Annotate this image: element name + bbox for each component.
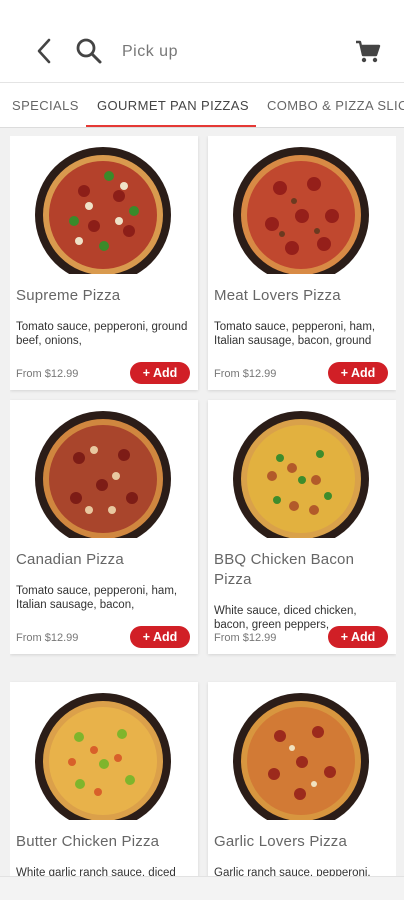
pizza-image [232, 692, 370, 820]
search-button[interactable] [74, 36, 104, 66]
product-name: BBQ Chicken Bacon Pizza [214, 551, 355, 588]
product-price: From $12.99 [16, 632, 79, 644]
product-card-garlic-lovers-pizza[interactable]: Garlic Lovers Pizza Garlic ranch sauce, … [208, 682, 396, 876]
search-icon [76, 38, 102, 64]
product-name: Butter Chicken Pizza [16, 833, 160, 850]
product-name: Canadian Pizza [16, 551, 124, 568]
pizza-image [34, 692, 172, 820]
product-description: Tomato sauce, pepperoni, ham, Italian sa… [16, 585, 178, 611]
cart-button[interactable] [354, 38, 382, 66]
tab-combo-pizza-slices[interactable]: COMBO & PIZZA SLICES [267, 83, 404, 127]
add-button[interactable]: + Add [328, 362, 388, 384]
product-description: White garlic ranch sauce, diced [16, 867, 176, 876]
tab-gourmet-pan-pizzas[interactable]: GOURMET PAN PIZZAS [97, 83, 249, 127]
product-card-bbq-chicken-bacon-pizza[interactable]: BBQ Chicken Bacon Pizza White sauce, dic… [208, 400, 396, 654]
product-description: Garlic ranch sauce, pepperoni, [214, 867, 371, 876]
add-button[interactable]: + Add [130, 362, 190, 384]
back-button[interactable] [32, 36, 58, 66]
cart-icon [356, 40, 381, 63]
pizza-image [232, 146, 370, 274]
product-card-butter-chicken-pizza[interactable]: Butter Chicken Pizza White garlic ranch … [10, 682, 198, 876]
product-name: Meat Lovers Pizza [214, 287, 341, 304]
product-card-supreme-pizza[interactable]: Supreme Pizza Tomato sauce, pepperoni, g… [10, 136, 198, 390]
app-header: Pick up [0, 0, 404, 82]
product-description: Tomato sauce, pepperoni, ground beef, on… [16, 321, 188, 347]
bottom-bar [0, 876, 404, 900]
product-name: Garlic Lovers Pizza [214, 833, 348, 850]
pizza-image [34, 146, 172, 274]
product-price: From $12.99 [16, 368, 79, 380]
category-tabs: SPECIALS GOURMET PAN PIZZAS COMBO & PIZZ… [0, 82, 404, 128]
product-description: Tomato sauce, pepperoni, ham, Italian sa… [214, 321, 376, 347]
add-button[interactable]: + Add [328, 626, 388, 648]
product-name: Supreme Pizza [16, 287, 121, 304]
active-tab-indicator [86, 125, 256, 127]
chevron-left-icon [37, 38, 51, 64]
add-button[interactable]: + Add [130, 626, 190, 648]
pizza-image [34, 410, 172, 538]
product-price: From $12.99 [214, 368, 277, 380]
product-card-meat-lovers-pizza[interactable]: Meat Lovers Pizza Tomato sauce, pepperon… [208, 136, 396, 390]
order-mode-title[interactable]: Pick up [122, 43, 178, 61]
product-grid: Supreme Pizza Tomato sauce, pepperoni, g… [10, 136, 396, 876]
product-card-canadian-pizza[interactable]: Canadian Pizza Tomato sauce, pepperoni, … [10, 400, 198, 654]
pizza-image [232, 410, 370, 538]
tab-specials[interactable]: SPECIALS [12, 83, 79, 127]
product-price: From $12.99 [214, 632, 277, 644]
